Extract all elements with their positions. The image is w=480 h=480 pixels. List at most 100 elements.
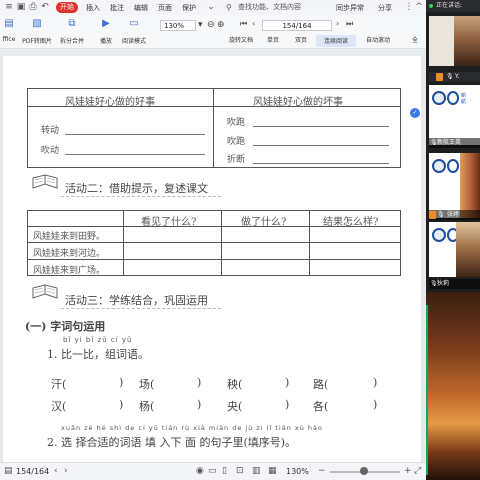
page-number-input[interactable]: 154/164 [262,20,332,31]
title-underline [61,308,221,309]
participant-name: 新航王英 [437,139,462,146]
word-blank: 汗( [51,378,67,391]
print-icon[interactable]: ⎙ [28,2,38,12]
undo-icon[interactable]: ↶ [40,2,50,12]
tool-label: 拆分合并 [59,38,84,45]
good-item: 吹动 [41,146,60,156]
table-divider [213,88,214,168]
zoom-in-icon[interactable]: ⊕ [217,20,225,31]
prev-page-icon[interactable]: ‹ [54,466,58,476]
single-view-icon[interactable]: ▭ [208,466,217,476]
grid-view-icon[interactable]: ▦ [268,466,277,476]
check-icon[interactable]: ✓ [410,108,420,118]
tool-label: 连续阅读 [323,38,348,45]
tool-label: 双页 [294,37,307,44]
pdf-reader-window: ≡ ▣ ⎙ ↶ 开始 插入 批注 编辑 页面 保护 ⌄ ⚲ 查找功能、文档内容 … [0,0,426,480]
menu-start[interactable]: 开始 [56,2,78,13]
next-page-icon[interactable]: › [64,466,68,476]
video-tile[interactable] [429,16,480,66]
menu-page[interactable]: 页面 [158,3,172,13]
school-badge-icon [447,159,459,173]
tool-label: 单页 [266,37,279,44]
zoom-in-icon[interactable]: + [404,466,412,476]
camera-feed [456,222,480,277]
status-page[interactable]: 154/164 [16,467,49,476]
tool-pdf-to-image[interactable]: ▧ PDF转图片 [20,18,54,46]
document-area[interactable]: 风娃娃好心做的好事 风娃娃好心做的坏事 转动 吹动 吹跑 吹跑 折断 活动二：借… [0,50,426,466]
chevron-down-icon[interactable]: ⌄ [206,2,216,12]
tool-single-page[interactable]: 单页 [262,35,284,47]
retell-row-label: 风娃娃来到河边。 [33,249,106,259]
video-tile[interactable]: 新 航 [429,85,480,145]
mic-icon: 🎙 [446,73,454,80]
sidebar-toggle-icon[interactable]: ▤ [4,466,13,476]
menu-insert[interactable]: 插入 [86,3,100,13]
title-bar: ≡ ▣ ⎙ ↶ 开始 插入 批注 编辑 页面 保护 ⌄ ⚲ 查找功能、文档内容 … [0,0,426,15]
tool-auto-scroll[interactable]: 自动滚动 [360,35,396,47]
toolbar: ▤ ffice ▧ PDF转图片 ⧉ 拆分合并 ▶ 播放 ▭ 阅读模式 130%… [0,15,426,49]
mic-icon: 🎙 [430,280,438,287]
next-page-icon[interactable]: › [336,19,339,28]
tool-label: 自动滚动 [365,37,390,44]
share-button[interactable]: 分享 [378,3,392,13]
last-page-icon[interactable]: ⏭ [346,19,353,29]
retell-header: 做了什么? [241,217,287,228]
tool-double-page[interactable]: 双页 [288,35,314,47]
menu-edit[interactable]: 编辑 [134,3,148,13]
zoom-out-icon[interactable]: ⊖ [207,20,215,31]
fullscreen-icon[interactable]: ⤢ [414,466,421,476]
double-view-icon[interactable]: ▯ [222,466,227,476]
first-page-icon[interactable]: ⏮ [240,19,247,29]
tool-split-merge[interactable]: ⧉ 拆分合并 [58,18,86,46]
paren-close: ) [197,398,202,411]
row-line [27,259,401,260]
status-zoom[interactable]: 130% [286,467,309,476]
zoom-dropdown-icon[interactable]: ▾ [198,20,203,31]
camera-feed-background [426,292,480,480]
paren-close: ) [373,376,378,389]
prev-page-icon[interactable]: ‹ [252,19,255,28]
view-mode-icon[interactable]: ◉ [196,466,204,476]
tool-full[interactable]: 全 [406,35,424,47]
paren-close: ) [285,376,290,389]
status-bar: ▤ 154/164 ‹ › ◉ ▭ ▯ ⊡ ▥ ▦ 130% − + ⤢ [0,462,426,480]
q1-pinyin: bǐ yi bǐ zǔ cí yǔ [63,336,133,344]
col-line [221,210,222,276]
search-box[interactable]: ⚲ 查找功能、文档内容 [226,2,336,13]
tool-label: 旋转文档 [228,37,253,44]
tool-play[interactable]: ▶ 播放 [98,18,114,46]
word-blank: 秧( [227,378,243,391]
tool-office[interactable]: ▤ ffice [0,18,18,46]
paren-close: ) [373,398,378,411]
more-icon[interactable]: ⋮ [404,2,414,12]
collapse-icon[interactable]: ^ [414,2,424,12]
paren-close: ) [197,376,202,389]
col-line [123,210,124,276]
word-blank: 央( [227,400,243,413]
tool-continuous[interactable]: 连续阅读 [316,35,356,47]
fit-icon[interactable]: ⊡ [236,466,244,476]
host-icon [436,73,443,81]
sync-status[interactable]: 同步异常 [336,3,364,13]
bad-item: 吹跑 [227,137,246,147]
speaking-indicator: 正在讲话: [426,0,480,12]
menu-comment[interactable]: 批注 [110,3,124,13]
menu-protect[interactable]: 保护 [182,3,196,13]
save-icon[interactable]: ▣ [16,2,26,12]
tool-rotate[interactable]: 旋转文档 [226,35,256,47]
video-tile[interactable] [429,222,480,277]
book-view-icon[interactable]: ▥ [252,466,261,476]
menu-icon[interactable]: ≡ [4,2,14,12]
activity2-title: 活动二：借助提示，复述课文 [65,182,208,195]
school-logo-icon [432,91,446,105]
word-blank: 各( [313,400,329,413]
zoom-out-icon[interactable]: − [318,466,326,476]
zoom-slider-knob[interactable] [360,467,368,475]
video-tile[interactable]: 小 学 [429,153,480,218]
tool-read-mode[interactable]: ▭ 阅读模式 [120,18,148,46]
zoom-input[interactable]: 130% [160,20,196,31]
office-icon: ▤ [4,18,14,29]
search-placeholder: 查找功能、文档内容 [238,3,301,11]
participant-namebar: 🎙 张婷 [429,210,480,220]
speaking-label: 正在讲话: [436,2,463,9]
